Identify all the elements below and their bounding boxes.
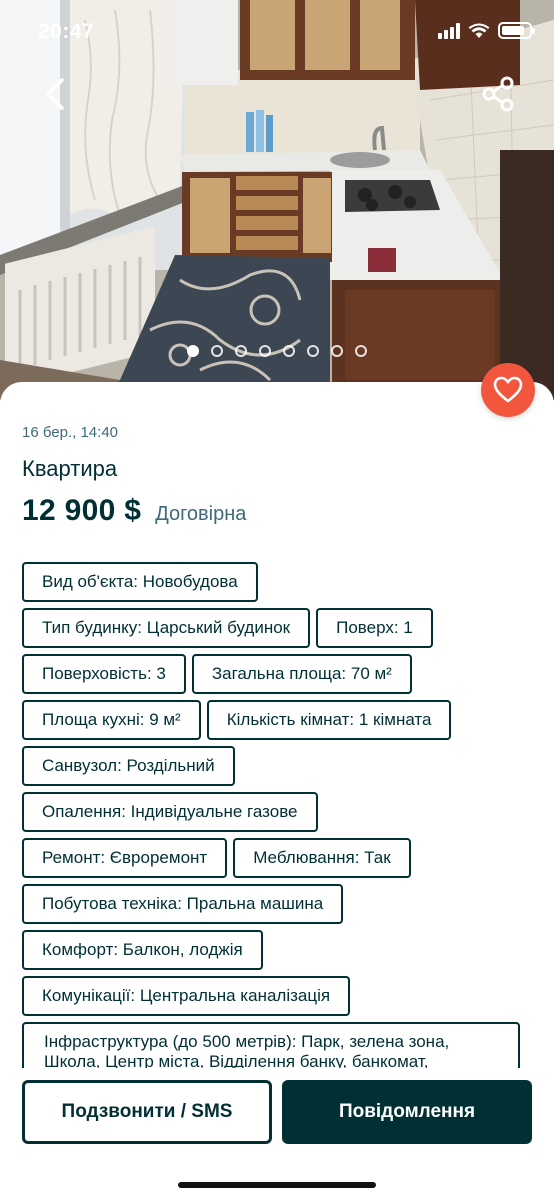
- tag-row: Комунікації: Центральна каналізація: [22, 976, 532, 1016]
- parameter-tag: Загальна площа: 70 м²: [191, 654, 412, 694]
- battery-icon: [498, 22, 535, 39]
- parameter-tag: Санвузол: Роздільний: [22, 746, 235, 786]
- wifi-icon: [468, 23, 490, 38]
- gallery-dot[interactable]: [355, 345, 367, 357]
- price-negotiable: Договірна: [155, 503, 247, 525]
- parameter-tag: Побутова техніка: Пральна машина: [22, 884, 344, 924]
- tag-row: Тип будинку: Царський будинок Поверх: 1: [22, 608, 532, 648]
- listing-date: 16 бер., 14:40: [22, 424, 118, 441]
- share-icon: [482, 76, 514, 112]
- status-bar: 20:47: [0, 0, 554, 64]
- cellular-signal-icon: [438, 22, 460, 39]
- parameter-tag: Ремонт: Євроремонт: [22, 838, 228, 878]
- status-time: 20:47: [38, 20, 95, 43]
- gallery-dot[interactable]: [307, 345, 319, 357]
- gallery-dot[interactable]: [235, 345, 247, 357]
- price-row: 12 900 $ Договірна: [22, 494, 246, 528]
- tag-row: Комфорт: Балкон, лоджія: [22, 930, 532, 970]
- back-button[interactable]: [36, 74, 76, 114]
- gallery-dot[interactable]: [211, 345, 223, 357]
- parameter-tag: Поверх: 1: [316, 608, 433, 648]
- gallery-dot[interactable]: [283, 345, 295, 357]
- gallery-dot[interactable]: [331, 345, 343, 357]
- parameter-tag: Тип будинку: Царський будинок: [22, 608, 311, 648]
- favorite-button[interactable]: [481, 363, 535, 417]
- parameter-tag: Поверховість: 3: [22, 654, 186, 694]
- parameter-tag: Комфорт: Балкон, лоджія: [22, 930, 263, 970]
- battery-level: [502, 26, 525, 35]
- tag-row: Ремонт: Євроремонт Меблювання: Так: [22, 838, 532, 878]
- parameter-tag: Кількість кімнат: 1 кімната: [206, 700, 452, 740]
- message-button[interactable]: Повідомлення: [282, 1080, 532, 1144]
- parameter-tag: Меблювання: Так: [233, 838, 411, 878]
- parameter-tag: Площа кухні: 9 м²: [22, 700, 201, 740]
- call-sms-button[interactable]: Подзвонити / SMS: [22, 1080, 272, 1144]
- home-indicator: [178, 1182, 376, 1188]
- parameter-tag: Комунікації: Центральна каналізація: [22, 976, 351, 1016]
- tag-row: Побутова техніка: Пральна машина: [22, 884, 532, 924]
- heart-icon: [493, 376, 523, 403]
- bottom-action-bar: Подзвонити / SMS Повідомлення: [0, 1068, 554, 1200]
- tag-row: Санвузол: Роздільний: [22, 746, 532, 786]
- parameters-list: Вид об'єкта: Новобудова Тип будинку: Царс…: [22, 562, 532, 1088]
- share-button[interactable]: [478, 74, 518, 114]
- gallery-pagination[interactable]: [0, 345, 554, 357]
- listing-title: Квартира: [22, 456, 118, 481]
- gallery-dot[interactable]: [187, 345, 199, 357]
- parameter-tag: Вид об'єкта: Новобудова: [22, 562, 258, 602]
- tag-row: Опалення: Індивідуальне газове: [22, 792, 532, 832]
- tag-row: Вид об'єкта: Новобудова: [22, 562, 532, 602]
- tag-row: Площа кухні: 9 м² Кількість кімнат: 1 кім…: [22, 700, 532, 740]
- gallery-dot[interactable]: [259, 345, 271, 357]
- listing-price: 12 900 $: [22, 494, 142, 527]
- tag-row: Поверховість: 3 Загальна площа: 70 м²: [22, 654, 532, 694]
- parameter-tag: Опалення: Індивідуальне газове: [22, 792, 318, 832]
- chevron-left-icon: [46, 78, 64, 110]
